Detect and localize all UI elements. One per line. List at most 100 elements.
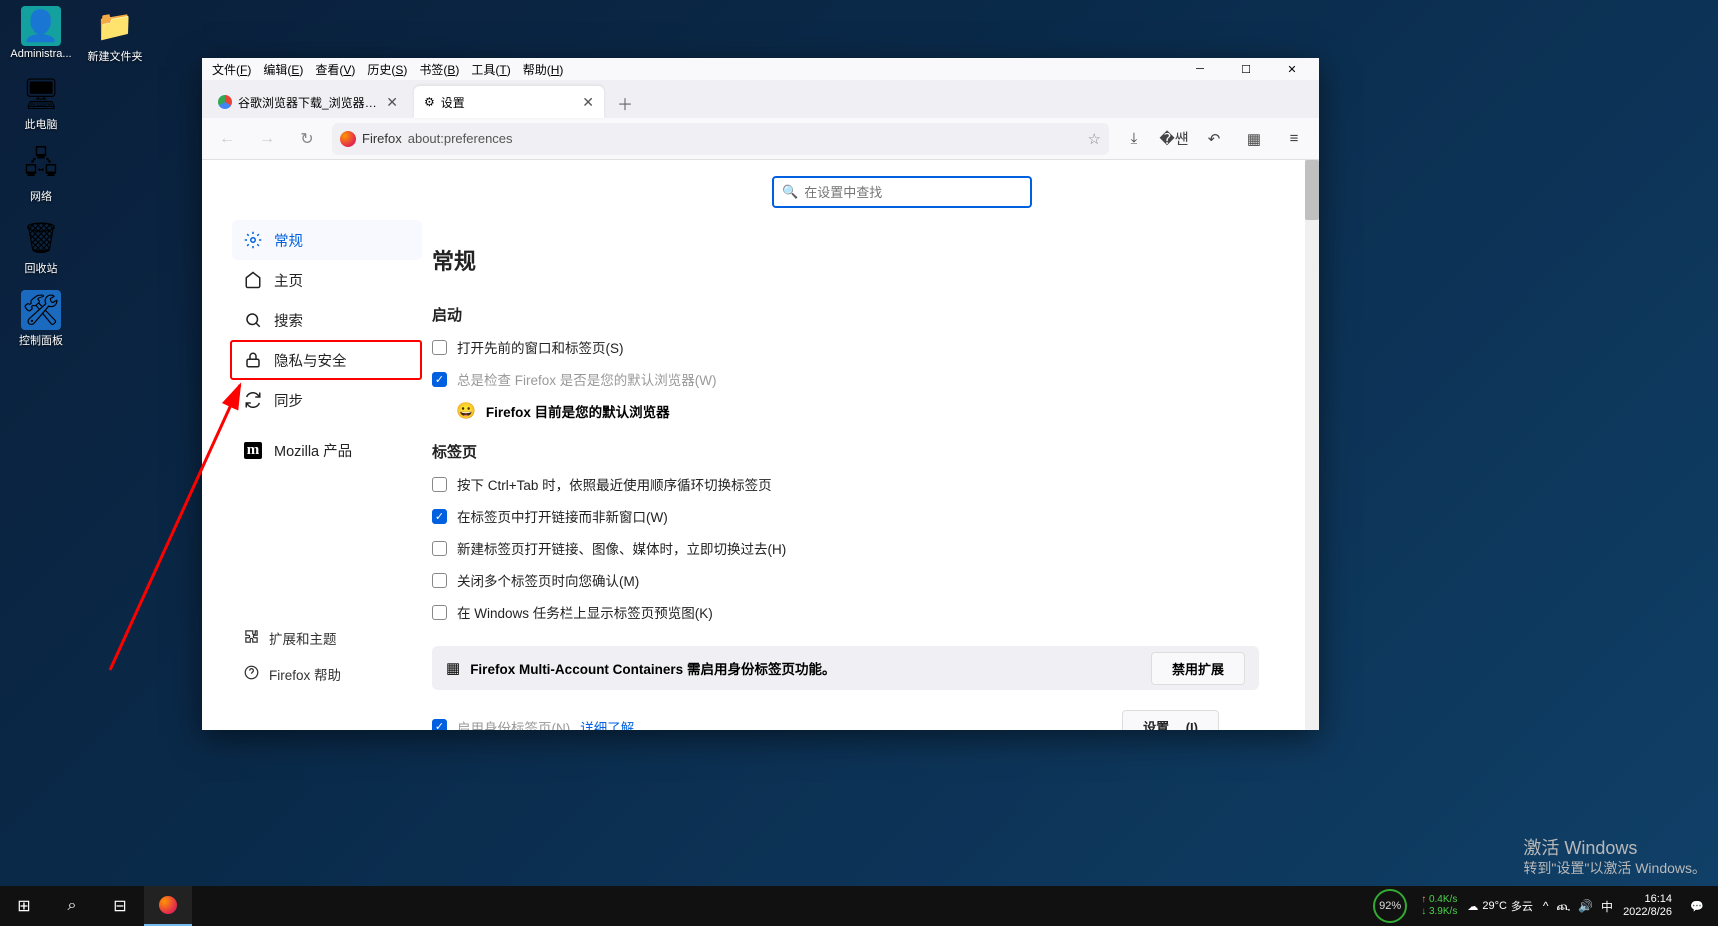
maximize-button[interactable]: ☐ xyxy=(1223,58,1269,80)
checkbox-icon: ✓ xyxy=(432,719,447,730)
scrollbar[interactable] xyxy=(1305,160,1319,730)
settings-search-input[interactable] xyxy=(804,185,1022,200)
tray-icon[interactable]: 🔊 xyxy=(1578,899,1593,913)
grid-icon[interactable]: ▦ xyxy=(1239,124,1269,154)
scrollbar-thumb[interactable] xyxy=(1305,160,1319,220)
check-default-browser[interactable]: ✓ 总是检查 Firefox 是否是您的默认浏览器(W) xyxy=(432,369,1259,389)
start-button[interactable]: ⊞ xyxy=(0,886,48,926)
checkbox-icon: ✓ xyxy=(432,372,447,387)
desktop-icon-recycle[interactable]: 🗑回收站 xyxy=(6,218,76,276)
desktop-icon-admin[interactable]: 👤Administra... xyxy=(6,6,76,60)
settings-search[interactable]: 🔍 xyxy=(772,176,1032,208)
tray-icon[interactable]: 中 xyxy=(1601,898,1613,915)
menu-item[interactable]: 历史(S) xyxy=(361,59,413,80)
extensions-icon[interactable]: �썐 xyxy=(1159,124,1189,154)
address-bar: ← → ↻ Firefox about:preferences ☆ ⤓ �썐 ↶… xyxy=(202,118,1319,160)
preferences-sidebar: 常规主页搜索隐私与安全同步 mMozilla 产品 扩展和主题 Firefox 帮助 xyxy=(202,160,422,730)
tray-icon[interactable]: ጪ xyxy=(1557,899,1571,914)
hamburger-icon[interactable]: ≡ xyxy=(1279,124,1309,154)
close-tab-icon[interactable]: ✕ xyxy=(582,94,594,111)
checkbox-icon: ✓ xyxy=(432,509,447,524)
search-button[interactable]: ⌕ xyxy=(48,886,96,926)
weather-widget[interactable]: ☁ 29°C 多云 xyxy=(1467,898,1533,914)
chrome-icon xyxy=(218,95,232,109)
folder-icon: 📁 xyxy=(95,6,135,46)
check-ctrl-tab[interactable]: 按下 Ctrl+Tab 时，依照最近使用顺序循环切换标签页 xyxy=(432,474,1259,494)
windows-activation-watermark: 激活 Windows 转到"设置"以激活 Windows。 xyxy=(1523,838,1706,878)
tab[interactable]: 谷歌浏览器下载_浏览器官网入口✕ xyxy=(208,86,408,118)
desktop-icon-pc[interactable]: 🖥此电脑 xyxy=(6,74,76,132)
disable-extension-button[interactable]: 禁用扩展 xyxy=(1151,652,1245,685)
extension-banner: ▦ Firefox Multi-Account Containers 需启用身份… xyxy=(432,646,1259,690)
search-icon: 🔍 xyxy=(782,184,798,200)
category-more[interactable]: mMozilla 产品 xyxy=(232,430,422,470)
help-icon xyxy=(244,665,259,683)
back-button[interactable]: ← xyxy=(212,124,242,154)
clock[interactable]: 16:14 2022/8/26 xyxy=(1623,893,1672,919)
menu-item[interactable]: 编辑(E) xyxy=(257,59,309,80)
resource-gauge[interactable]: 92% xyxy=(1373,889,1407,923)
pc-icon: 🖥 xyxy=(21,74,61,114)
menu-item[interactable]: 文件(F) xyxy=(206,59,257,80)
notification-icon[interactable]: 💬 xyxy=(1682,900,1712,913)
container-tabs-row[interactable]: ✓ 启用身份标签页(N) 详细了解 设置… (I) xyxy=(432,710,1259,730)
preferences-content: 🔍 常规 启动 打开先前的窗口和标签页(S) ✓ 总是检查 Firefox 是否… xyxy=(422,160,1319,730)
check-switch-immediately[interactable]: 新建标签页打开链接、图像、媒体时，立即切换过去(H) xyxy=(432,538,1259,558)
cpanel-icon: 🛠 xyxy=(21,290,61,330)
category-privacy[interactable]: 隐私与安全 xyxy=(230,340,422,380)
firefox-window: 文件(F)编辑(E)查看(V)历史(S)书签(B)工具(T)帮助(H) ─ ☐ … xyxy=(202,58,1319,730)
side-link-ext[interactable]: 扩展和主题 xyxy=(232,622,422,654)
bookmark-icon[interactable]: ☆ xyxy=(1088,130,1101,148)
page-title: 常规 xyxy=(432,244,1259,276)
system-tray[interactable]: ^ ጪ 🔊 中 xyxy=(1543,898,1613,915)
forward-button[interactable]: → xyxy=(252,124,282,154)
category-sync[interactable]: 同步 xyxy=(232,380,422,420)
url-path: about:preferences xyxy=(408,131,513,146)
learn-more-link[interactable]: 详细了解 xyxy=(580,717,634,731)
firefox-taskbar-icon[interactable] xyxy=(144,886,192,926)
preferences-page: 常规主页搜索隐私与安全同步 mMozilla 产品 扩展和主题 Firefox 帮助… xyxy=(202,160,1319,730)
checkbox-icon xyxy=(432,573,447,588)
tray-icon[interactable]: ^ xyxy=(1543,899,1549,913)
menu-item[interactable]: 帮助(H) xyxy=(517,59,570,80)
tab[interactable]: ⚙设置✕ xyxy=(414,86,604,118)
checkbox-icon xyxy=(432,541,447,556)
taskbar: ⊞ ⌕ ⊟ 92% ↑ 0.4K/s↓ 3.9K/s ☁ 29°C 多云 ^ጪ🔊… xyxy=(0,886,1718,926)
new-tab-button[interactable]: ＋ xyxy=(610,88,640,118)
net-icon: 🖧 xyxy=(21,146,61,186)
downloads-icon[interactable]: ⤓ xyxy=(1119,124,1149,154)
container-settings-button[interactable]: 设置… (I) xyxy=(1122,710,1219,730)
minimize-button[interactable]: ─ xyxy=(1177,58,1223,80)
menu-item[interactable]: 查看(V) xyxy=(309,59,361,80)
check-taskbar-preview[interactable]: 在 Windows 任务栏上显示标签页预览图(K) xyxy=(432,602,1259,622)
lock-icon xyxy=(244,351,262,369)
tab-bar: 谷歌浏览器下载_浏览器官网入口✕⚙设置✕ ＋ xyxy=(202,80,1319,118)
close-button[interactable]: ✕ xyxy=(1269,58,1315,80)
home-icon xyxy=(244,271,262,289)
category-search[interactable]: 搜索 xyxy=(232,300,422,340)
check-confirm-close[interactable]: 关闭多个标签页时向您确认(M) xyxy=(432,570,1259,590)
category-general[interactable]: 常规 xyxy=(232,220,422,260)
close-tab-icon[interactable]: ✕ xyxy=(386,94,398,111)
undo-icon[interactable]: ↶ xyxy=(1199,124,1229,154)
menubar: 文件(F)编辑(E)查看(V)历史(S)书签(B)工具(T)帮助(H) ─ ☐ … xyxy=(202,58,1319,80)
container-icon: ▦ xyxy=(446,659,460,677)
reload-button[interactable]: ↻ xyxy=(292,124,322,154)
check-open-in-tabs[interactable]: ✓在标签页中打开链接而非新窗口(W) xyxy=(432,506,1259,526)
admin-icon: 👤 xyxy=(21,6,61,46)
url-box[interactable]: Firefox about:preferences ☆ xyxy=(332,123,1109,155)
menu-item[interactable]: 工具(T) xyxy=(465,59,516,80)
desktop-icon-net[interactable]: 🖧网络 xyxy=(6,146,76,204)
side-link-help[interactable]: Firefox 帮助 xyxy=(232,658,422,690)
task-view-button[interactable]: ⊟ xyxy=(96,886,144,926)
search-icon xyxy=(244,311,262,329)
url-app: Firefox xyxy=(362,131,402,146)
category-home[interactable]: 主页 xyxy=(232,260,422,300)
recycle-icon: 🗑 xyxy=(21,218,61,258)
desktop-icon-folder[interactable]: 📁新建文件夹 xyxy=(80,6,150,64)
gear-icon xyxy=(244,231,262,249)
checkbox-icon xyxy=(432,477,447,492)
desktop-icon-cpanel[interactable]: 🛠控制面板 xyxy=(6,290,76,348)
menu-item[interactable]: 书签(B) xyxy=(413,59,465,80)
check-restore-session[interactable]: 打开先前的窗口和标签页(S) xyxy=(432,337,1259,357)
